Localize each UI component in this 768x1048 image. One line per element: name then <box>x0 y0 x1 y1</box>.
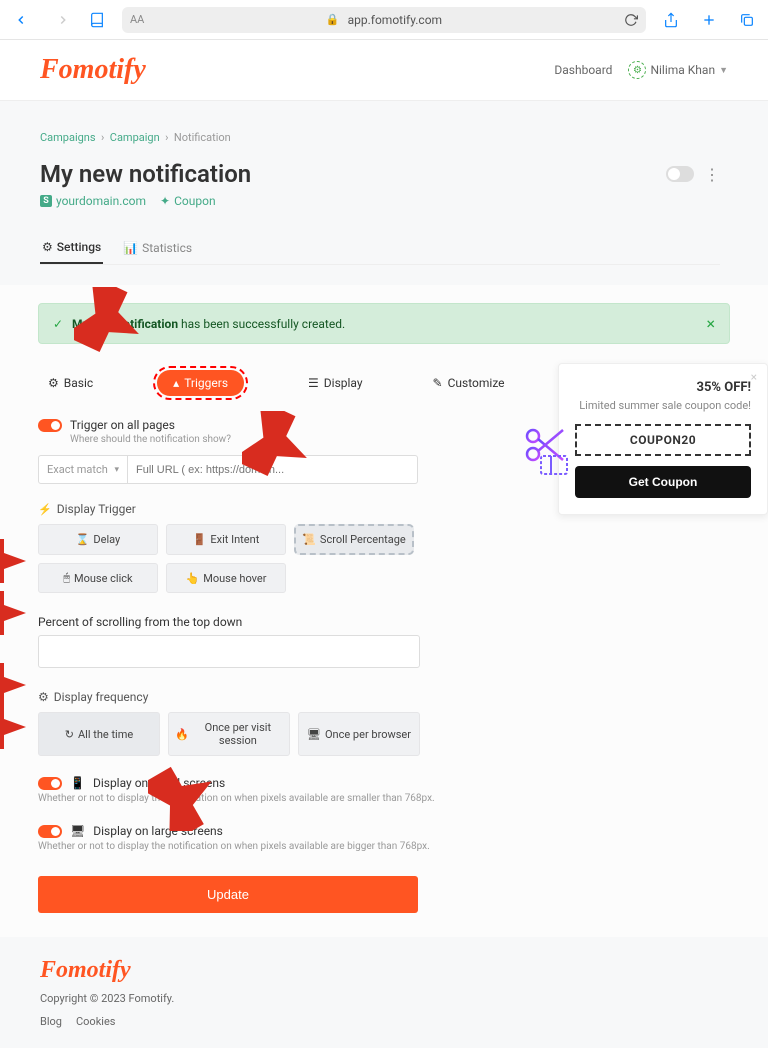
trigger-exit-button[interactable]: 🚪Exit Intent <box>166 524 286 555</box>
gear-icon: ⚙ <box>42 240 53 254</box>
promo-close-icon[interactable]: × <box>751 370 757 384</box>
trigger-click-button[interactable]: 🖱Mouse click <box>38 563 158 593</box>
freq-browser-button[interactable]: 🖥Once per browser <box>298 712 420 756</box>
freq-all-button[interactable]: ↻All the time <box>38 712 160 756</box>
new-tab-icon[interactable] <box>700 11 718 29</box>
exit-icon: 🚪 <box>193 533 207 546</box>
user-menu[interactable]: ⚙ Nilima Khan ▼ <box>628 61 728 79</box>
breadcrumb-campaigns[interactable]: Campaigns <box>40 131 96 144</box>
annotation-highlight-triggers: ▴Triggers <box>153 366 248 400</box>
browser-icon: 🖥 <box>307 728 321 741</box>
desktop-icon: 🖥 <box>70 824 85 838</box>
repeat-icon: ↻ <box>65 728 74 741</box>
small-screens-helper: Whether or not to display the notificati… <box>38 793 730 804</box>
copyright: Copyright © 2023 Fomotify. <box>40 992 728 1005</box>
section-tab-triggers[interactable]: ▴Triggers <box>157 370 244 396</box>
percent-scroll-label: Percent of scrolling from the top down <box>38 615 730 629</box>
annotation-arrow <box>0 591 28 635</box>
nav-back-icon[interactable] <box>12 11 30 29</box>
brand-logo[interactable]: Fomotify <box>40 54 146 86</box>
chart-icon: 📊 <box>123 241 138 255</box>
refresh-icon[interactable] <box>624 13 638 27</box>
footer: Fomotify Copyright © 2023 Fomotify. Blog… <box>0 937 768 1048</box>
nav-dashboard[interactable]: Dashboard <box>554 63 612 77</box>
display-trigger-label: Display Trigger <box>57 502 136 516</box>
footer-cookies-link[interactable]: Cookies <box>76 1015 115 1028</box>
pointer-icon: 👆 <box>186 572 200 585</box>
update-button[interactable]: Update <box>38 876 418 913</box>
tab-settings[interactable]: ⚙Settings <box>40 232 103 264</box>
annotation-arrow <box>74 287 144 353</box>
alert-close-icon[interactable]: × <box>706 314 715 333</box>
breadcrumb-current: Notification <box>174 131 231 144</box>
url-bar[interactable]: AA 🔒 app.fomotify.com <box>122 7 646 33</box>
nav-forward-icon[interactable] <box>54 11 72 29</box>
sliders-icon: ⚙ <box>38 690 49 704</box>
user-avatar-icon: ⚙ <box>628 61 646 79</box>
share-icon[interactable] <box>662 11 680 29</box>
enable-toggle[interactable] <box>666 166 694 182</box>
footer-blog-link[interactable]: Blog <box>40 1015 62 1028</box>
url-text: app.fomotify.com <box>348 13 442 27</box>
annotation-arrow <box>148 765 218 831</box>
browser-toolbar: AA 🔒 app.fomotify.com <box>0 0 768 40</box>
get-coupon-button[interactable]: Get Coupon <box>575 466 751 498</box>
promo-subtitle: Limited summer sale coupon code! <box>575 399 751 412</box>
section-tab-customize[interactable]: ✎Customize <box>423 370 515 396</box>
scissors-icon <box>515 420 575 480</box>
annotation-arrow <box>0 539 28 583</box>
mobile-icon: 📱 <box>70 776 85 790</box>
trigger-all-pages-toggle[interactable] <box>38 419 62 432</box>
check-icon: ✓ <box>53 317 63 331</box>
chevron-up-icon: ▴ <box>173 376 179 390</box>
bolt-icon: ⚡ <box>38 503 52 516</box>
tab-statistics[interactable]: 📊Statistics <box>121 232 194 264</box>
footer-logo[interactable]: Fomotify <box>40 957 728 984</box>
freq-session-button[interactable]: 🔥Once per visit session <box>168 712 290 756</box>
promo-popup: × 35% OFF! Limited summer sale coupon co… <box>558 363 768 515</box>
coupon-code[interactable]: COUPON20 <box>575 424 751 456</box>
list-icon: ☰ <box>308 376 319 390</box>
match-type-select[interactable]: Exact match▾ <box>38 455 128 484</box>
domain-link[interactable]: Syourdomain.com <box>40 194 146 208</box>
gear-icon: ⚙ <box>48 376 59 390</box>
annotation-arrow <box>242 411 312 477</box>
trigger-delay-button[interactable]: ⌛Delay <box>38 524 158 555</box>
section-tab-display[interactable]: ☰Display <box>298 370 373 396</box>
fire-icon: 🔥 <box>175 728 189 741</box>
book-icon[interactable] <box>88 11 106 29</box>
annotation-arrow <box>0 705 28 749</box>
breadcrumb-campaign[interactable]: Campaign <box>110 131 160 144</box>
display-frequency-label: Display frequency <box>54 690 149 704</box>
hourglass-icon: ⌛ <box>76 533 90 546</box>
percent-scroll-input[interactable] <box>38 635 420 668</box>
large-screens-helper: Whether or not to display the notificati… <box>38 841 730 852</box>
page-title: My new notification <box>40 160 251 188</box>
pencil-icon: ✎ <box>433 376 443 390</box>
small-screens-toggle[interactable] <box>38 777 62 790</box>
more-menu-icon[interactable]: ⋮ <box>704 165 720 184</box>
annotation-arrow <box>0 663 28 707</box>
tabs-icon[interactable] <box>738 11 756 29</box>
text-size-control[interactable]: AA <box>130 13 144 26</box>
type-link[interactable]: ✦Coupon <box>160 194 216 208</box>
section-tab-basic[interactable]: ⚙Basic <box>38 370 103 396</box>
large-screens-toggle[interactable] <box>38 825 62 838</box>
promo-title: 35% OFF! <box>575 380 751 395</box>
trigger-hover-button[interactable]: 👆Mouse hover <box>166 563 286 593</box>
breadcrumb: Campaigns › Campaign › Notification <box>40 131 720 144</box>
mouse-icon: 🖱 <box>63 571 70 585</box>
app-header: Fomotify Dashboard ⚙ Nilima Khan ▼ <box>0 40 768 101</box>
trigger-all-pages-label: Trigger on all pages <box>70 418 175 432</box>
scroll-icon: 📜 <box>302 533 316 546</box>
trigger-scroll-button[interactable]: 📜Scroll Percentage <box>294 524 414 555</box>
